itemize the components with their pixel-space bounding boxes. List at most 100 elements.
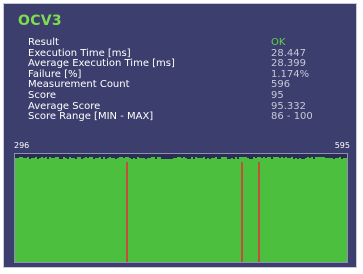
- bar-top-notch: [117, 157, 119, 158]
- metric-row-average-execution-time: Average Execution Time [ms] 28.399: [28, 58, 348, 69]
- bar-top-notch: [261, 157, 263, 158]
- bar-top-notch: [111, 157, 113, 158]
- metric-label: Measurement Count: [28, 79, 130, 91]
- bar-top-notch: [47, 157, 49, 159]
- bar-top-notch: [217, 157, 219, 159]
- metric-label: Execution Time [ms]: [28, 47, 131, 59]
- bar-top-notch: [37, 157, 39, 159]
- bar-top-notch: [107, 157, 109, 158]
- score-history-chart: [14, 153, 348, 263]
- bar-top-notch: [15, 157, 17, 158]
- bar-top-notch: [213, 157, 215, 158]
- bar-top-notch: [337, 157, 339, 158]
- bar-top-notch: [249, 157, 251, 159]
- bar-top-notch: [327, 157, 329, 158]
- panel-title: OCV3: [18, 13, 62, 29]
- bar-top-notch: [297, 157, 299, 159]
- bar-top-notch: [181, 157, 183, 158]
- bar-top-notch: [175, 157, 177, 158]
- bar-top-notch: [131, 157, 133, 159]
- bar-top-notch: [343, 157, 345, 158]
- bar-top-notch: [335, 157, 337, 158]
- bar-top-notch: [247, 157, 249, 158]
- bar-top-notch: [189, 157, 191, 159]
- metric-label: Average Score: [28, 100, 101, 112]
- bar-top-notch: [163, 157, 165, 159]
- metric-value: 1.174%: [271, 68, 310, 80]
- bar-top-notch: [95, 157, 97, 158]
- metric-row-score: Score 95: [28, 90, 348, 101]
- bar-top-notch: [135, 157, 137, 159]
- metric-row-measurement-count: Measurement Count 596: [28, 79, 348, 90]
- bar-top-notch: [29, 157, 31, 159]
- ocv3-results-panel: OCV3 Result OK Execution Time [ms] 28.44…: [3, 3, 357, 268]
- bar-top-notch: [73, 157, 75, 158]
- metric-value: 596: [271, 79, 291, 91]
- bar-top-notch: [301, 157, 303, 159]
- bar-top-notch: [231, 157, 233, 158]
- metrics-table: Result OK Execution Time [ms] 28.447 Ave…: [28, 37, 348, 122]
- bar-top-notch: [233, 157, 235, 159]
- failure-marker: [126, 162, 128, 262]
- bar-top-notch: [71, 157, 73, 158]
- bar-top-notch: [305, 157, 307, 158]
- bar-top-notch: [169, 157, 171, 159]
- bar-top-notch: [265, 157, 267, 158]
- metric-value: 95.332: [271, 100, 306, 112]
- bar-top-notch: [31, 157, 33, 158]
- failure-marker: [241, 162, 243, 262]
- metric-value: 28.447: [271, 47, 306, 59]
- metric-value-status: OK: [271, 37, 286, 48]
- bar-top-notch: [161, 157, 163, 159]
- bar-top-notch: [33, 157, 35, 158]
- bar-top-notch: [133, 157, 135, 158]
- bar-top-notch: [197, 157, 199, 158]
- bar-top-notch: [187, 157, 189, 159]
- bar-top-notch: [139, 157, 141, 158]
- bar-top-notch: [185, 157, 187, 158]
- bar-top-notch: [97, 157, 99, 158]
- bar-top-notch: [299, 157, 301, 158]
- bar-top-notch: [205, 157, 207, 159]
- bar-top-notch: [145, 157, 147, 159]
- bar-top-notch: [43, 157, 45, 158]
- metric-label: Score: [28, 89, 57, 101]
- bar-top-notch: [271, 157, 273, 159]
- bar-top-notch: [255, 157, 257, 158]
- bar-top-notch: [59, 157, 61, 159]
- bar-top-notch: [51, 157, 53, 158]
- bar-top-notch: [25, 157, 27, 158]
- bar-top-notch: [167, 157, 169, 159]
- metric-value: 95: [271, 89, 284, 101]
- bar-top-notch: [141, 157, 143, 158]
- bar-top-notch: [143, 157, 145, 158]
- bar-top-notch: [101, 157, 103, 159]
- bar-top-notch: [93, 157, 95, 159]
- bar-top-notch: [193, 157, 195, 159]
- metric-row-score-range: Score Range [MIN - MAX] 86 - 100: [28, 111, 348, 122]
- bar-top-notch: [237, 157, 239, 159]
- bar-top-notch: [309, 157, 311, 158]
- bar-top-notch: [293, 157, 295, 159]
- bar-top-notch: [83, 157, 85, 158]
- bar-top-notch: [67, 157, 69, 159]
- bar-top-notch: [219, 157, 221, 159]
- bar-top-notch: [39, 157, 41, 158]
- bar-top-notch: [207, 157, 209, 158]
- metric-label: Score Range [MIN - MAX]: [28, 111, 154, 123]
- score-bars-area: [15, 157, 347, 262]
- metric-label: Failure [%]: [28, 68, 82, 80]
- bar-top-notch: [53, 157, 55, 158]
- bar-top-notch: [303, 157, 305, 159]
- bar-top-notch: [329, 157, 331, 158]
- bar-top-notch: [171, 157, 173, 159]
- bar-top-notch: [199, 157, 201, 158]
- metric-row-result: Result OK: [28, 37, 348, 48]
- bar-top-notch: [123, 157, 125, 158]
- bar-top-notch: [87, 157, 89, 158]
- chart-x-max-label: 595: [334, 141, 350, 150]
- bar-top-notch: [283, 157, 285, 158]
- metric-row-execution-time: Execution Time [ms] 28.447: [28, 48, 348, 59]
- metric-value: 86 - 100: [271, 111, 313, 123]
- bar-top-notch: [113, 157, 115, 158]
